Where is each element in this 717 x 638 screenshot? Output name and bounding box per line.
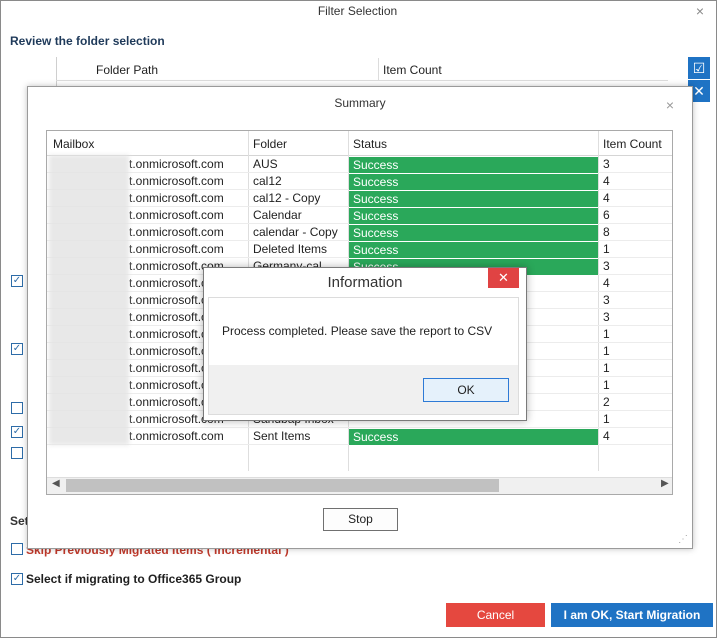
- mailbox-cell: t.onmicrosoft.com: [129, 157, 224, 171]
- review-label: Review the folder selection: [10, 34, 165, 48]
- item-count-cell: 6: [603, 208, 610, 222]
- folder-checkbox[interactable]: ✓: [11, 275, 23, 287]
- item-count-cell: 4: [603, 174, 610, 188]
- mailbox-cell: t.onmicrosoft.com: [129, 242, 224, 256]
- folder-checkbox[interactable]: [11, 402, 23, 414]
- item-count-cell: 3: [603, 293, 610, 307]
- mailbox-cell: t.onmicrosoft.com: [129, 429, 224, 443]
- item-count-cell: 3: [603, 157, 610, 171]
- status-header[interactable]: Status: [353, 137, 387, 151]
- skip-migrated-checkbox[interactable]: [11, 543, 23, 555]
- table-row[interactable]: t.onmicrosoft.com Sent Items Success 4: [47, 428, 672, 445]
- item-count-cell: 1: [603, 361, 610, 375]
- status-cell: Success: [349, 225, 598, 241]
- item-count-cell: 1: [603, 327, 610, 341]
- grid-header: Mailbox Folder Status Item Count: [47, 131, 672, 156]
- ok-button[interactable]: OK: [423, 378, 509, 402]
- stop-button[interactable]: Stop: [323, 508, 398, 531]
- table-row[interactable]: t.onmicrosoft.com cal12 Success 4: [47, 173, 672, 190]
- folder-cell: calendar - Copy: [253, 225, 338, 239]
- item-count-cell: 4: [603, 429, 610, 443]
- table-row[interactable]: t.onmicrosoft.com Deleted Items Success 1: [47, 241, 672, 258]
- folder-cell: cal12: [253, 174, 282, 188]
- item-count-cell: 1: [603, 412, 610, 426]
- information-title: Information: [327, 274, 403, 291]
- folder-checkbox[interactable]: [11, 447, 23, 459]
- folder-header[interactable]: Folder: [253, 137, 287, 151]
- office365-group-checkbox[interactable]: ✓: [11, 573, 23, 585]
- select-all-icon[interactable]: ☑: [688, 57, 710, 79]
- table-row[interactable]: t.onmicrosoft.com cal12 - Copy Success 4: [47, 190, 672, 207]
- cancel-button[interactable]: Cancel: [446, 603, 545, 627]
- status-cell: Success: [349, 157, 598, 173]
- item-count-cell: 4: [603, 191, 610, 205]
- table-row[interactable]: t.onmicrosoft.com calendar - Copy Success 8: [47, 224, 672, 241]
- status-cell: Success: [349, 191, 598, 207]
- status-cell: Success: [349, 242, 598, 258]
- item-count-cell: 4: [603, 276, 610, 290]
- start-migration-button[interactable]: I am OK, Start Migration: [551, 603, 713, 627]
- item-count-header[interactable]: Item Count: [383, 63, 442, 77]
- information-message: Process completed. Please save the repor…: [222, 324, 493, 338]
- item-count-cell: 1: [603, 344, 610, 358]
- folder-cell: Sent Items: [253, 429, 311, 443]
- item-count-cell: 1: [603, 378, 610, 392]
- scrollbar-thumb[interactable]: [66, 479, 499, 492]
- folder-path-header[interactable]: Folder Path: [96, 63, 158, 77]
- mailbox-cell: t.onmicrosoft.com: [129, 208, 224, 222]
- resize-grip-icon[interactable]: ⋰: [678, 534, 688, 545]
- mailbox-cell: t.onmicrosoft.com: [129, 225, 224, 239]
- folder-checkbox[interactable]: ✓: [11, 343, 23, 355]
- folder-cell: Deleted Items: [253, 242, 328, 256]
- scroll-right-icon[interactable]: ▶: [661, 478, 669, 489]
- item-count-cell: 3: [603, 259, 610, 273]
- table-row[interactable]: t.onmicrosoft.com AUS Success 3: [47, 156, 672, 173]
- information-close-icon[interactable]: ✕: [488, 268, 519, 288]
- status-cell: Success: [349, 208, 598, 224]
- summary-close-icon[interactable]: ×: [662, 97, 678, 113]
- status-cell: Success: [349, 174, 598, 190]
- item-count-cell: 3: [603, 310, 610, 324]
- folder-checkbox[interactable]: ✓: [11, 426, 23, 438]
- item-count-cell: 2: [603, 395, 610, 409]
- folder-table-divider: [378, 58, 379, 80]
- window-close-icon[interactable]: ×: [690, 2, 710, 20]
- item-count-header[interactable]: Item Count: [603, 137, 662, 151]
- folder-table-header-line: [56, 80, 668, 81]
- mailbox-cell: t.onmicrosoft.com: [129, 174, 224, 188]
- item-count-cell: 1: [603, 242, 610, 256]
- folder-cell: Calendar: [253, 208, 302, 222]
- settings-label: Set: [10, 514, 29, 528]
- office365-group-label: Select if migrating to Office365 Group: [26, 572, 242, 586]
- status-cell: Success: [349, 429, 598, 445]
- folder-cell: cal12 - Copy: [253, 191, 321, 205]
- mailbox-redaction: [49, 155, 129, 445]
- window-title: Filter Selection: [317, 4, 398, 18]
- mailbox-header[interactable]: Mailbox: [53, 137, 94, 151]
- folder-cell: AUS: [253, 157, 278, 171]
- summary-title: Summary: [334, 96, 386, 110]
- item-count-cell: 8: [603, 225, 610, 239]
- table-row[interactable]: t.onmicrosoft.com Calendar Success 6: [47, 207, 672, 224]
- mailbox-cell: t.onmicrosoft.com: [129, 191, 224, 205]
- scroll-left-icon[interactable]: ◀: [52, 478, 60, 489]
